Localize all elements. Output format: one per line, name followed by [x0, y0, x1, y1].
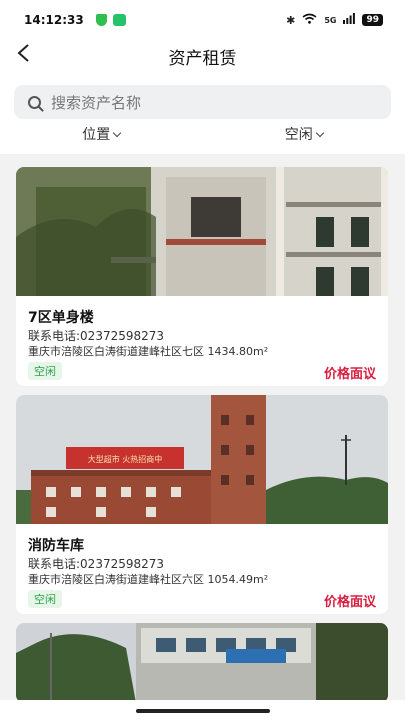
search-icon	[28, 95, 41, 109]
status-badge: 空闲	[28, 590, 62, 608]
asset-photo	[16, 623, 388, 703]
signal-icon	[343, 13, 356, 27]
price-label: 价格面议	[323, 367, 376, 382]
status-badge: 空闲	[28, 362, 62, 380]
asset-card[interactable]	[16, 623, 388, 703]
battery-icon: 99	[362, 14, 383, 26]
price-label: 价格面议	[323, 595, 376, 610]
status-filter[interactable]: 空闲	[203, 122, 405, 154]
asset-address-line: 重庆市涪陵区白涛街道建峰社区七区 1434.80m²	[28, 343, 268, 359]
search-input[interactable]: 搜索资产名称	[14, 85, 391, 119]
asset-phone: 联系电话:02372598273	[28, 557, 165, 571]
wifi-icon	[302, 13, 317, 27]
asset-card[interactable]: 大型超市 火热招商中 消防车库 联系电话:02372598273 重庆市涪陵区白…	[16, 395, 388, 614]
page-title: 资产租赁	[168, 48, 237, 69]
asset-name: 消防车库	[28, 538, 84, 554]
asset-address-line: 重庆市涪陵区白涛街道建峰社区六区 1054.49m²	[28, 571, 268, 587]
search-area: 搜索资产名称	[0, 72, 405, 122]
asset-photo: 大型超市 火热招商中	[16, 395, 388, 524]
filter-bar: 位置 空闲	[0, 122, 405, 154]
filter-label: 位置	[82, 127, 111, 143]
home-indicator[interactable]	[136, 709, 270, 713]
chevron-down-icon	[113, 128, 122, 138]
asset-address: 重庆市涪陵区白涛街道建峰社区六区	[28, 573, 204, 586]
chevron-down-icon	[315, 128, 324, 138]
asset-phone: 联系电话:02372598273	[28, 329, 165, 343]
banner-text: 大型超市 火热招商中	[88, 454, 163, 464]
filter-label: 空闲	[284, 127, 313, 143]
status-time: 14:12:33	[24, 13, 84, 27]
asset-photo	[16, 167, 388, 296]
back-icon[interactable]	[16, 42, 30, 68]
phone-app-icon	[112, 14, 126, 26]
shield-icon	[95, 14, 107, 26]
asset-card[interactable]: 7区单身楼 联系电话:02372598273 重庆市涪陵区白涛街道建峰社区七区 …	[16, 167, 388, 386]
header: 资产租赁	[0, 40, 405, 72]
location-filter[interactable]: 位置	[0, 122, 203, 154]
asset-address: 重庆市涪陵区白涛街道建峰社区七区	[28, 345, 204, 358]
asset-area: 1054.49m²	[207, 573, 269, 586]
asset-area: 1434.80m²	[207, 345, 269, 358]
search-placeholder: 搜索资产名称	[51, 93, 142, 112]
asset-name: 7区单身楼	[28, 310, 94, 326]
network-label: 5G	[324, 15, 337, 25]
status-bar: 14:12:33 ✱ 5G 99	[0, 0, 405, 40]
bluetooth-icon: ✱	[286, 13, 296, 27]
